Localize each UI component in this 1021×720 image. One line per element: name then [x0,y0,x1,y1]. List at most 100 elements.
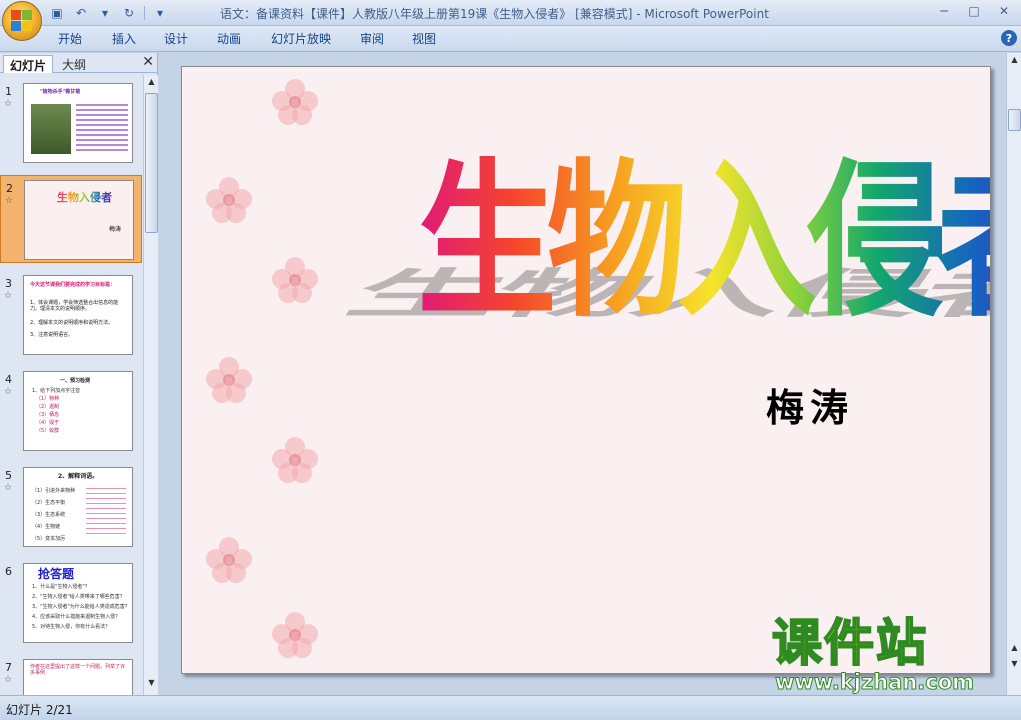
thumb-line: （1）引进外来物种 [32,488,76,494]
slide-editing-area: 生物入侵者 生物入侵者 梅涛 [160,53,1006,695]
tab-design[interactable]: 设计 [164,30,188,47]
tab-slideshow[interactable]: 幻灯片放映 [271,30,331,47]
thumbnail-slide-2[interactable]: 生物入侵者 梅涛 [24,180,134,260]
watermark-logo: 课件站 [771,614,928,672]
thumbnail-row[interactable]: 6 抢答题 1、什么是"生物入侵者"？ 2、"生物入侵者"给人类带来了哪些危害？… [0,559,142,647]
slide-author[interactable]: 梅涛 [766,377,854,432]
slide-scrollbar[interactable]: ▲ ▲ ▼ [1006,53,1021,695]
tab-slides[interactable]: 幻灯片 [3,55,54,73]
thumb-line: 1、什么是"生物入侵者"？ [32,584,90,590]
save-icon[interactable]: ▣ [48,4,66,21]
animation-star-icon: ☆ [4,99,13,109]
scroll-down-icon[interactable]: ▼ [145,678,158,692]
thumb-title: 今天这节课我们要完成的学习目标是： [30,282,116,288]
thumbnail-number: 6 [5,565,12,578]
thumbnail-row[interactable]: 3 ☆ 今天这节课我们要完成的学习目标是： 1、体会课题，学会筛选整合出信息的能… [0,271,142,359]
title-bar: ▣ ↶ ▾ ↻ ▾ 语文：备课资料【课件】人教版八年级上册第19课《生物入侵者》… [0,0,1021,41]
thumbnail-list: 1 ☆ "植物杀手"薇甘菊 2 ☆ 生物入侵者 梅涛 3 ☆ 今天这节课我们要完… [0,75,142,695]
thumbnail-slide-1[interactable]: "植物杀手"薇甘菊 [23,83,133,163]
thumbnail-row[interactable]: 5 ☆ 2、解释词语。 （1）引进外来物种 （2）生态平衡 （3）生态系统 （4… [0,463,142,551]
watermark-url: www.kjzhan.com [774,670,975,695]
thumb-author: 梅涛 [109,226,122,233]
scroll-up-icon[interactable]: ▲ [145,77,158,91]
office-logo-icon [11,10,33,32]
qat-separator [144,5,145,20]
tab-animations[interactable]: 动画 [217,30,241,47]
thumb-line: 作者在这里提出了这样一个问题，列举了许多事例 [30,664,126,676]
scroll-up-icon[interactable]: ▲ [1008,55,1021,69]
scrollbar-thumb[interactable] [1008,109,1021,131]
thumb-line: （4）生物链 [32,524,61,530]
thumb-line: 4、应该采取什么措施来遏制生物入侵？ [32,614,121,620]
thumb-text-block [86,488,126,538]
thumb-line: （5）变本加厉 [32,536,66,542]
quick-access-toolbar: ▣ ↶ ▾ ↻ ▾ [48,4,169,21]
thumb-line: 3、注意说明语言。 [30,332,74,338]
tab-insert[interactable]: 插入 [112,30,136,47]
next-slide-icon[interactable]: ▼ [1008,659,1021,673]
thumbnail-number: 7 [5,661,12,674]
thumb-line: （5）蚁群 [36,428,60,434]
thumb-line: （1）物种 [36,396,60,402]
thumbnail-row-selected[interactable]: 2 ☆ 生物入侵者 梅涛 [0,175,142,263]
tab-view[interactable]: 视图 [412,30,436,47]
thumbnail-number: 3 [5,277,12,290]
thumbnail-slide-3[interactable]: 今天这节课我们要完成的学习目标是： 1、体会课题，学会筛选整合出信息的能力。理清… [23,275,133,355]
thumb-title: 生物入侵者 [57,191,112,204]
thumb-line: 3、"生物入侵者"为什么能给人类造成危害？ [32,604,130,610]
animation-star-icon: ☆ [4,291,13,301]
customize-qat-icon[interactable]: ▾ [151,4,169,21]
ribbon-tabs: 开始 插入 设计 动画 幻灯片放映 审阅 视图 ? [0,26,1021,52]
thumb-title: 2、解释词语。 [58,473,99,480]
animation-star-icon: ☆ [4,387,13,397]
thumbnail-slide-7[interactable]: 作者在这里提出了这样一个问题，列举了许多事例 [23,659,133,695]
animation-star-icon: ☆ [5,196,14,206]
window-controls: ─ □ ✕ [931,2,1017,20]
slide-title-wordart[interactable]: 生物入侵者 生物入侵者 [182,67,991,674]
office-button[interactable] [2,1,42,41]
thumbnail-number: 5 [5,469,12,482]
thumbnail-number: 2 [6,182,13,195]
thumbnail-slide-4[interactable]: 一、预习检测 1、给下列加点字注音 （1）物种 （2）遏制 （3）栖息 （4）毁… [23,371,133,451]
tab-home[interactable]: 开始 [58,30,82,47]
close-button[interactable]: ✕ [991,2,1017,20]
slide-counter: 幻灯片 2/21 [6,703,73,717]
current-slide[interactable]: 生物入侵者 生物入侵者 梅涛 [181,66,991,674]
thumb-title: 一、预习检测 [60,378,91,384]
thumb-line: （2）生态平衡 [32,500,66,506]
thumbnail-number: 4 [5,373,12,386]
slides-pane: 幻灯片 大纲 ✕ 1 ☆ "植物杀手"薇甘菊 2 ☆ 生物入侵者 梅涛 3 ☆ [0,53,158,695]
scrollbar-thumb[interactable] [145,93,158,233]
status-bar: 幻灯片 2/21 [0,695,1021,720]
thumb-line: （4）毁于 [36,420,60,426]
pane-close-icon[interactable]: ✕ [142,54,154,70]
thumbnail-row[interactable]: 4 ☆ 一、预习检测 1、给下列加点字注音 （1）物种 （2）遏制 （3）栖息 … [0,367,142,455]
maximize-button[interactable]: □ [961,2,987,20]
thumb-title: "植物杀手"薇甘菊 [40,89,81,95]
animation-star-icon: ☆ [4,483,13,493]
undo-dropdown-icon[interactable]: ▾ [96,4,114,21]
thumb-image [31,104,71,154]
thumb-line: （3）生态系统 [32,512,66,518]
thumb-line: 2、"生物入侵者"给人类带来了哪些危害？ [32,594,125,600]
thumbnail-slide-6[interactable]: 抢答题 1、什么是"生物入侵者"？ 2、"生物入侵者"给人类带来了哪些危害？ 3… [23,563,133,643]
thumb-line: （3）栖息 [36,412,60,418]
title-text: 生物入侵者 [417,144,991,340]
thumbnail-row[interactable]: 1 ☆ "植物杀手"薇甘菊 [0,79,142,167]
thumbnail-scrollbar[interactable]: ▲ ▼ [143,75,158,695]
thumb-text-block [76,104,128,154]
thumb-line: 1、体会课题，学会筛选整合出信息的能力。理清本文的说明顺序。 [30,300,119,312]
prev-slide-icon[interactable]: ▲ [1008,643,1021,657]
thumb-title: 抢答题 [38,567,75,581]
thumb-line: 2、理解本文的说明顺序和说明方法。 [30,320,114,326]
thumbnail-slide-5[interactable]: 2、解释词语。 （1）引进外来物种 （2）生态平衡 （3）生态系统 （4）生物链… [23,467,133,547]
tab-outline[interactable]: 大纲 [56,55,92,73]
thumb-line: 5、对待生物入侵，你有什么看法？ [32,624,111,630]
redo-icon[interactable]: ↻ [120,4,138,21]
thumbnail-row[interactable]: 7 ☆ 作者在这里提出了这样一个问题，列举了许多事例 [0,655,142,695]
undo-icon[interactable]: ↶ [72,4,90,21]
minimize-button[interactable]: ─ [931,2,957,20]
tab-review[interactable]: 审阅 [360,30,384,47]
thumb-line: （2）遏制 [36,404,60,410]
help-icon[interactable]: ? [1001,30,1017,46]
